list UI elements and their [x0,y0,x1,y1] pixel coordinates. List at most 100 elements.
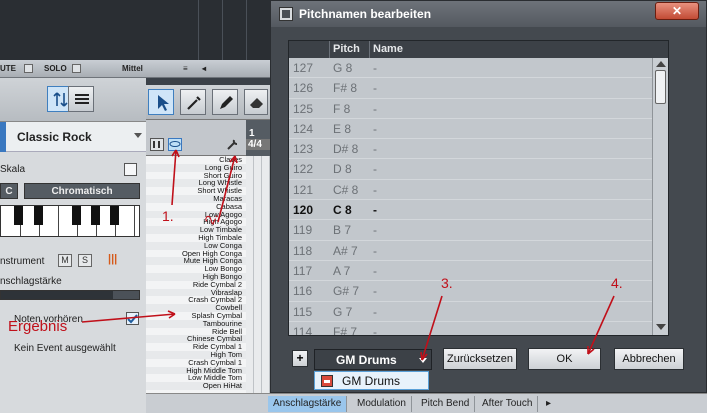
pitch-names-button[interactable] [168,138,182,151]
inspector-toolbar [0,78,146,122]
table-row[interactable]: 121 C# 8- [289,180,652,201]
scale-button[interactable]: Chromatisch [24,183,140,199]
row-number: 126 [293,81,314,96]
instrument-label: nstrument [0,256,45,267]
row-pitch: C 8 [333,203,352,218]
row-name: - [373,142,377,157]
row-pitch: F# 8 [333,81,358,96]
settings-button[interactable] [226,138,240,151]
vertical-scrollbar[interactable] [652,58,668,335]
mute-button[interactable]: M [58,254,72,267]
row-number: 124 [293,121,314,136]
row-pitch: G# 7 [333,284,360,299]
pointer-icon [158,95,169,111]
row-pitch: C# 8 [333,182,359,197]
row-pitch: G 8 [333,61,353,75]
drum-name-item[interactable]: Open HiHat [146,382,246,390]
annotation-step3: 3. [441,275,453,291]
row-number: 123 [293,142,314,157]
pipette-tool-button[interactable] [180,89,206,115]
row-number: 116 [293,284,313,299]
scroll-thumb[interactable] [655,70,666,104]
row-number: 114 [293,324,313,335]
row-pitch: A 7 [333,263,351,278]
table-row[interactable]: 122 D 8 - [289,159,652,180]
chevron-down-icon [134,133,142,138]
table-header: Pitch Name [289,41,668,58]
table-row[interactable]: 120 C 8 - [289,200,652,221]
annotation-step4: 4. [611,275,623,291]
row-name: - [373,121,377,136]
list-view-button[interactable] [68,86,94,112]
annotation-result: Ergebnis [8,318,68,335]
arrange-area [0,0,270,60]
table-row[interactable]: 115 G 7 - [289,302,652,322]
menu-icon[interactable]: ≡ [183,64,188,73]
drum-name-list: Claves Long Guiro Short Guiro Long Whistle S… [146,156,246,413]
column-name[interactable]: Name [373,43,403,55]
tab-pitch-bend[interactable]: Pitch Bend [416,396,476,412]
eraser-tool-button[interactable] [244,89,268,115]
row-number: 117 [293,263,313,278]
bar-number: 1 [249,128,255,139]
tab-velocity[interactable]: Anschlagstärke [268,396,348,412]
scroll-down-icon[interactable] [656,324,666,330]
preset-selector[interactable]: Classic Rock [0,122,146,152]
solo-label[interactable]: SOLO [44,64,67,73]
ok-button[interactable]: OK [528,348,601,370]
track-header-bar: UTE SOLO Mittel ≡ ◂ [0,60,270,78]
meter-icon: ||| [108,253,118,265]
drum-icon [169,141,181,147]
velocity-slider[interactable] [0,290,140,300]
table-row[interactable]: 127 G 8 - [289,58,652,79]
row-pitch: B 7 [333,223,352,238]
table-row[interactable]: 116 G# 7- [289,281,652,302]
row-number: 118 [293,243,313,258]
tab-modulation[interactable]: Modulation [352,396,412,412]
table-row[interactable]: 118 A# 7- [289,241,652,261]
table-row[interactable]: 124 E 8 - [289,119,652,140]
table-row[interactable]: 117 A 7 - [289,261,652,282]
row-pitch: F 8 [333,101,351,116]
row-name: - [373,81,377,96]
mute-toggle[interactable] [24,64,33,73]
row-number: 115 [293,304,313,319]
preset-dropdown[interactable]: GM Drums [314,349,432,370]
table-row[interactable]: 114 F# 7 - [289,322,652,335]
drum-view-button[interactable] [150,138,164,151]
column-pitch[interactable]: Pitch [333,43,360,55]
pointer-tool-button[interactable] [148,89,174,115]
track-name: Mittel [122,64,143,73]
table-row[interactable]: 126 F# 8- [289,78,652,99]
close-button[interactable]: ✕ [655,2,699,20]
row-name: - [373,223,377,238]
bar-ruler: 1 4/4 [246,120,270,413]
row-number: 121 [293,182,314,197]
tab-after-touch[interactable]: After Touch [477,396,539,412]
scroll-left-icon[interactable]: ◂ [202,64,206,73]
pencil-tool-button[interactable] [212,89,238,115]
velocity-label: nschlagstärke [0,276,62,287]
dialog-titlebar[interactable]: Pitchnamen bearbeiten ✕ [271,1,706,27]
scale-checkbox[interactable] [124,163,137,176]
key-button[interactable]: C [0,183,18,199]
piano-keyboard[interactable] [0,205,140,237]
annotation-step1: 1. [162,208,174,224]
table-row[interactable]: 125 F 8 - [289,99,652,119]
solo-button[interactable]: S [78,254,92,267]
notes-preview-checkbox[interactable] [126,312,139,325]
pencil-icon [220,96,233,109]
tab-overflow[interactable]: ▸ [541,396,556,412]
row-name: - [373,324,377,335]
reset-button[interactable]: Zurücksetzen [443,348,517,370]
add-button[interactable]: + [292,350,308,367]
mute-label[interactable]: UTE [0,64,16,73]
table-row[interactable]: 123 D# 8- [289,139,652,160]
scroll-up-icon[interactable] [656,61,666,67]
controller-tabs: Anschlagstärke Modulation Pitch Bend Aft… [146,393,707,413]
dropdown-option[interactable]: GM Drums [314,371,429,390]
cancel-button[interactable]: Abbrechen [614,348,684,370]
table-row[interactable]: 119 B 7 - [289,220,652,241]
row-pitch: E 8 [333,121,352,136]
solo-toggle[interactable] [72,64,81,73]
